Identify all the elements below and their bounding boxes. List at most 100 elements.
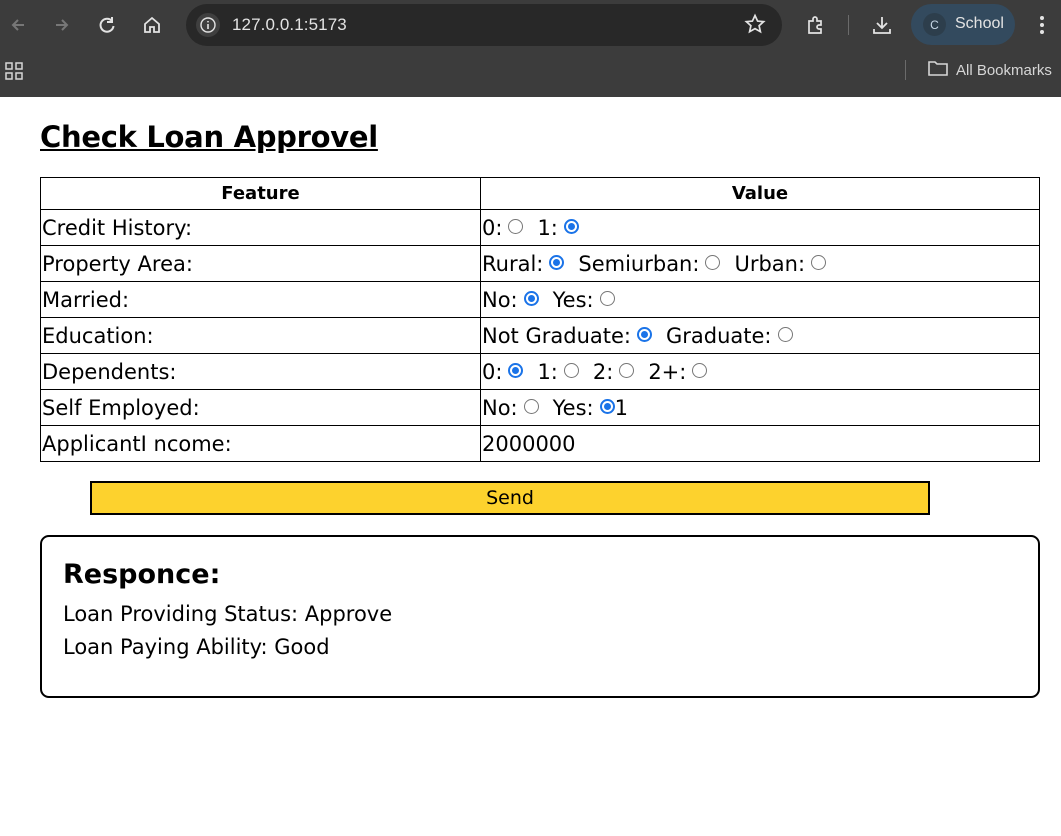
radio-button[interactable] bbox=[563, 363, 579, 378]
header-value: Value bbox=[480, 177, 1040, 210]
radio-option[interactable]: 1: bbox=[537, 359, 579, 384]
value-cell: No: Yes: 1 bbox=[480, 389, 1040, 426]
value-cell: Rural: Semiurban: Urban: bbox=[480, 245, 1040, 282]
radio-option[interactable]: Urban: bbox=[734, 251, 827, 276]
response-panel: Responce: Loan Providing Status: Approve… bbox=[40, 535, 1040, 698]
browser-chrome: 127.0.0.1:5173 C School All Bookmarks bbox=[0, 0, 1061, 97]
table-header-row: Feature Value bbox=[40, 177, 1040, 210]
bookmarks-bar: All Bookmarks bbox=[0, 50, 1061, 97]
radio-option[interactable]: Yes: 1 bbox=[553, 396, 628, 420]
radio-label: Urban: bbox=[734, 251, 806, 276]
radio-label: 2+: bbox=[648, 359, 687, 384]
feature-label: Married: bbox=[40, 281, 481, 318]
radio-label: 1: bbox=[537, 215, 558, 240]
radio-option[interactable]: 0: bbox=[482, 215, 524, 240]
back-icon[interactable] bbox=[4, 11, 32, 39]
browser-toolbar: 127.0.0.1:5173 C School bbox=[0, 0, 1061, 50]
radio-label: 2: bbox=[592, 359, 614, 384]
radio-label: Yes: bbox=[552, 287, 594, 312]
send-button[interactable]: Send bbox=[90, 481, 930, 515]
profile-avatar: C bbox=[923, 13, 946, 36]
radio-label: Rural: bbox=[482, 251, 544, 276]
radio-button-checked[interactable] bbox=[549, 255, 565, 270]
reload-icon[interactable] bbox=[93, 11, 121, 39]
value-cell: No: Yes: bbox=[480, 281, 1040, 318]
forward-icon[interactable] bbox=[48, 11, 76, 39]
value-cell: Not Graduate: Graduate: bbox=[480, 317, 1040, 354]
radio-option[interactable]: Semiurban: bbox=[578, 251, 721, 276]
radio-button-checked[interactable] bbox=[523, 291, 539, 306]
radio-button-checked[interactable] bbox=[636, 327, 652, 342]
table-row: Dependents: 0: 1: 2: 2+: bbox=[40, 353, 1040, 390]
menu-dots-icon[interactable] bbox=[1028, 11, 1056, 39]
loan-form-table: Feature Value Credit History: 0: 1: Propert… bbox=[40, 177, 1040, 462]
radio-option[interactable]: No: bbox=[482, 288, 539, 312]
table-row: ApplicantI ncome: 2000000 bbox=[40, 425, 1040, 462]
radio-option[interactable]: 1: bbox=[537, 215, 579, 240]
value-cell: 2000000 bbox=[480, 425, 1040, 462]
all-bookmarks-label: All Bookmarks bbox=[956, 62, 1052, 79]
download-icon[interactable] bbox=[868, 11, 896, 39]
radio-label: No: bbox=[482, 395, 518, 420]
table-row: Education: Not Graduate: Graduate: bbox=[40, 317, 1040, 354]
radio-button-checked[interactable] bbox=[563, 219, 579, 234]
radio-label: 0: bbox=[482, 215, 503, 240]
radio-button[interactable] bbox=[599, 291, 615, 306]
home-icon[interactable] bbox=[138, 11, 166, 39]
radio-label: 0: bbox=[482, 359, 503, 384]
feature-label: ApplicantI ncome: bbox=[40, 425, 481, 462]
radio-button[interactable] bbox=[508, 219, 524, 234]
value-cell: 0: 1: bbox=[480, 209, 1040, 246]
radio-option[interactable]: No: bbox=[482, 396, 539, 420]
address-bar[interactable]: 127.0.0.1:5173 bbox=[186, 4, 782, 46]
bookmarks-divider bbox=[905, 60, 906, 80]
response-heading: Responce: bbox=[63, 559, 221, 590]
radio-button[interactable] bbox=[705, 255, 721, 270]
radio-option[interactable]: Yes: bbox=[553, 288, 615, 312]
profile-name: School bbox=[955, 15, 1004, 32]
radio-button[interactable] bbox=[619, 363, 635, 378]
all-bookmarks-button[interactable]: All Bookmarks bbox=[928, 60, 1052, 81]
table-row: Credit History: 0: 1: bbox=[40, 209, 1040, 246]
radio-label: Not Graduate: bbox=[482, 323, 631, 348]
radio-option[interactable]: 0: bbox=[482, 359, 524, 384]
radio-option[interactable]: Rural: bbox=[482, 251, 565, 276]
toolbar-divider bbox=[848, 15, 849, 35]
value-cell: 0: 1: 2: 2+: bbox=[480, 353, 1040, 390]
feature-label: Self Employed: bbox=[40, 389, 481, 426]
feature-label: Credit History: bbox=[40, 209, 481, 246]
suffix-text: 1 bbox=[614, 395, 628, 420]
extensions-icon[interactable] bbox=[802, 11, 830, 39]
table-row: Married: No: Yes: bbox=[40, 281, 1040, 318]
table-row: Self Employed: No: Yes: 1 bbox=[40, 389, 1040, 426]
radio-option[interactable]: 2+: bbox=[648, 359, 708, 384]
radio-option[interactable]: Not Graduate: bbox=[482, 324, 652, 348]
radio-option[interactable]: Graduate: bbox=[666, 324, 793, 348]
header-feature: Feature bbox=[40, 177, 481, 210]
paying-ability-text: Loan Paying Ability: Good bbox=[63, 635, 330, 659]
radio-button[interactable] bbox=[811, 255, 827, 270]
radio-button-checked[interactable] bbox=[599, 399, 615, 414]
folder-icon bbox=[928, 60, 948, 81]
radio-button-checked[interactable] bbox=[508, 363, 524, 378]
feature-label: Property Area: bbox=[40, 245, 481, 282]
url-text[interactable]: 127.0.0.1:5173 bbox=[232, 15, 347, 35]
table-row: Property Area: Rural: Semiurban: Urban: bbox=[40, 245, 1040, 282]
apps-grid-icon[interactable] bbox=[5, 62, 24, 86]
profile-button[interactable]: C School bbox=[911, 4, 1015, 45]
radio-button[interactable] bbox=[777, 327, 793, 342]
radio-label: No: bbox=[482, 287, 518, 312]
loan-status-text: Loan Providing Status: Approve bbox=[63, 602, 393, 626]
page-title: Check Loan Approvel bbox=[40, 120, 378, 154]
radio-label: Graduate: bbox=[665, 323, 772, 348]
feature-label: Dependents: bbox=[40, 353, 481, 390]
radio-button[interactable] bbox=[692, 363, 708, 378]
radio-label: 1: bbox=[537, 359, 558, 384]
site-info-icon[interactable] bbox=[196, 13, 220, 37]
radio-label: Yes: bbox=[552, 395, 594, 420]
radio-button[interactable] bbox=[523, 399, 539, 414]
bookmark-star-icon[interactable] bbox=[744, 13, 766, 40]
radio-option[interactable]: 2: bbox=[592, 359, 635, 384]
income-value[interactable]: 2000000 bbox=[482, 432, 576, 456]
radio-label: Semiurban: bbox=[578, 251, 700, 276]
